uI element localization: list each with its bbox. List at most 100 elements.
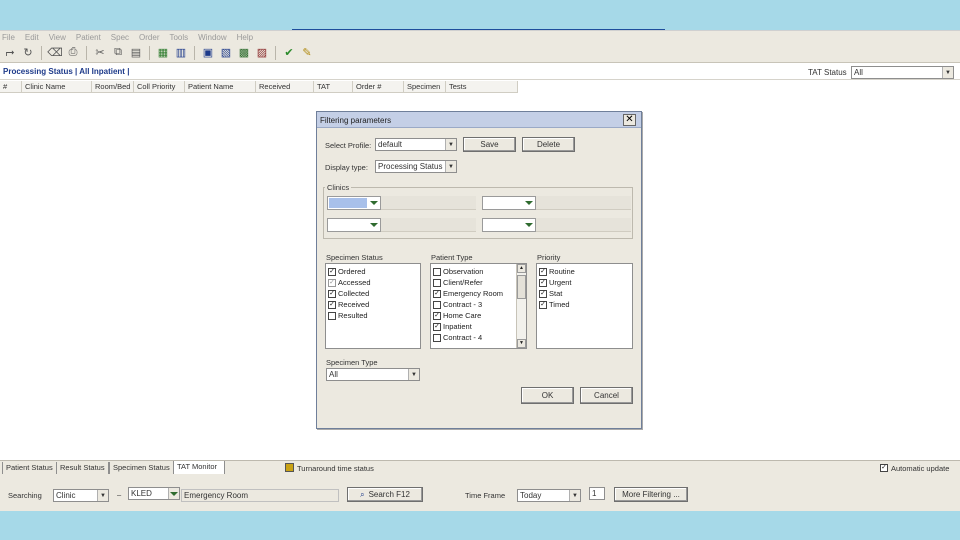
- network-icon[interactable]: ▩: [236, 45, 252, 61]
- column-header-received[interactable]: Received: [256, 81, 314, 92]
- result-icon[interactable]: ▥: [173, 45, 189, 61]
- menu-help[interactable]: Help: [237, 33, 253, 42]
- list-item[interactable]: Observation: [431, 266, 526, 277]
- menu-tools[interactable]: Tools: [169, 33, 188, 42]
- scroll-up-icon[interactable]: ▲: [517, 264, 526, 273]
- list-item[interactable]: ✓ Ordered: [326, 266, 420, 277]
- clinic-3-dropdown[interactable]: [327, 218, 381, 232]
- checkbox-ordered[interactable]: ✓: [328, 267, 336, 276]
- column-header-specimen[interactable]: Specimen: [404, 81, 446, 92]
- list-item[interactable]: Contract - 4: [431, 332, 526, 343]
- list-item[interactable]: Resulted: [326, 310, 420, 321]
- column-header-room-bed[interactable]: Room/Bed: [92, 81, 134, 92]
- display-type-dropdown[interactable]: Processing Status ▼: [375, 160, 457, 173]
- save-button[interactable]: Save: [463, 137, 516, 152]
- refresh-icon[interactable]: ↻: [20, 45, 36, 61]
- specimen-type-dropdown[interactable]: All ▼: [326, 368, 420, 381]
- checkbox-emergency-room[interactable]: ✓: [433, 289, 441, 298]
- scroll-down-icon[interactable]: ▼: [517, 339, 526, 348]
- column-header-coll-priority[interactable]: Coll Priority: [134, 81, 185, 92]
- searching-dropdown[interactable]: Clinic ▼: [53, 489, 109, 502]
- checkbox-resulted[interactable]: [328, 311, 336, 320]
- clinic-3-fill: [381, 218, 476, 232]
- copy-icon[interactable]: ⧉: [110, 45, 126, 61]
- checkbox-received[interactable]: ✓: [328, 300, 336, 309]
- checkbox-contract-4[interactable]: [433, 333, 441, 342]
- list-item[interactable]: ✓ Accessed: [326, 277, 420, 288]
- processing-status-title: Processing Status | All Inpatient |: [3, 67, 130, 76]
- paste-icon[interactable]: ▤: [128, 45, 144, 61]
- menu-view[interactable]: View: [49, 33, 66, 42]
- clear-icon[interactable]: ⌫: [47, 45, 63, 61]
- hierarchy-icon[interactable]: ▨: [254, 45, 270, 61]
- checkbox-routine[interactable]: ✓: [539, 267, 547, 276]
- list-item[interactable]: ✓ Inpatient: [431, 321, 526, 332]
- select-profile-dropdown[interactable]: default ▼: [375, 138, 457, 151]
- list-item[interactable]: Contract - 3: [431, 299, 526, 310]
- patient-type-scrollbar[interactable]: ▲ ▼: [516, 264, 526, 348]
- clinic-1-dropdown[interactable]: [327, 196, 381, 210]
- checkbox-observation[interactable]: [433, 267, 441, 276]
- list-item[interactable]: ✓ Collected: [326, 288, 420, 299]
- column-header-tat[interactable]: TAT: [314, 81, 353, 92]
- checkbox-timed[interactable]: ✓: [539, 300, 547, 309]
- dialog-titlebar: Filtering parameters ✕: [317, 112, 641, 128]
- time-frame-dropdown[interactable]: Today ▼: [517, 489, 581, 502]
- delete-button[interactable]: Delete: [522, 137, 575, 152]
- checkbox-inpatient[interactable]: ✓: [433, 322, 441, 331]
- order-icon[interactable]: ▦: [155, 45, 171, 61]
- list-item[interactable]: Client/Refer: [431, 277, 526, 288]
- menu-patient[interactable]: Patient: [76, 33, 101, 42]
- menu-edit[interactable]: Edit: [25, 33, 39, 42]
- scrollbar-thumb[interactable]: [517, 275, 526, 299]
- checkbox-home-care[interactable]: ✓: [433, 311, 441, 320]
- automatic-update-checkbox[interactable]: ✓: [880, 464, 888, 472]
- list-item[interactable]: ✓ Timed: [537, 299, 632, 310]
- list-item[interactable]: ✓ Emergency Room: [431, 288, 526, 299]
- menu-window[interactable]: Window: [198, 33, 226, 42]
- cancel-button[interactable]: Cancel: [580, 387, 633, 404]
- menu-file[interactable]: File: [2, 33, 15, 42]
- column-header-patient-name[interactable]: Patient Name: [185, 81, 256, 92]
- open-icon[interactable]: ⮣: [2, 45, 18, 61]
- ok-button[interactable]: OK: [521, 387, 574, 404]
- list-item[interactable]: ✓ Home Care: [431, 310, 526, 321]
- collect-icon[interactable]: ✎: [299, 45, 315, 61]
- column-header-number[interactable]: #: [0, 81, 22, 92]
- clinic-code-dropdown[interactable]: KLED: [128, 487, 180, 500]
- list-item[interactable]: ✓ Received: [326, 299, 420, 310]
- checkbox-stat[interactable]: ✓: [539, 289, 547, 298]
- checkbox-accessed[interactable]: ✓: [328, 278, 336, 287]
- column-header-tests[interactable]: Tests: [446, 81, 518, 92]
- list-item[interactable]: ✓ Stat: [537, 288, 632, 299]
- checkbox-urgent[interactable]: ✓: [539, 278, 547, 287]
- clinic-name-value: Emergency Room: [184, 491, 249, 500]
- list-item-label: Routine: [549, 267, 575, 276]
- checkbox-contract-3[interactable]: [433, 300, 441, 309]
- label-icon[interactable]: ▧: [218, 45, 234, 61]
- checkbox-collected[interactable]: ✓: [328, 289, 336, 298]
- close-icon[interactable]: ✕: [623, 114, 636, 126]
- column-header-order-number[interactable]: Order #: [353, 81, 404, 92]
- search-button[interactable]: ⌕ Search F12: [347, 487, 423, 502]
- toolbar-separator: [275, 45, 276, 60]
- print-icon[interactable]: ⎙: [65, 45, 81, 61]
- tat-status-dropdown[interactable]: All ▼: [851, 66, 954, 79]
- list-item[interactable]: ✓ Routine: [537, 266, 632, 277]
- count-field[interactable]: 1: [589, 487, 605, 500]
- more-filtering-button[interactable]: More Filtering ...: [614, 487, 688, 502]
- menu-order[interactable]: Order: [139, 33, 159, 42]
- checkbox-client-refer[interactable]: [433, 278, 441, 287]
- cut-icon[interactable]: ✂: [92, 45, 108, 61]
- search-icon: ⌕: [360, 489, 365, 499]
- list-item[interactable]: ✓ Urgent: [537, 277, 632, 288]
- tab-tat-monitor[interactable]: TAT Monitor: [173, 461, 225, 475]
- check-icon[interactable]: ✔: [281, 45, 297, 61]
- clinic-2-dropdown[interactable]: [482, 196, 536, 210]
- patient-icon[interactable]: ▣: [200, 45, 216, 61]
- list-item-label: Timed: [549, 300, 570, 309]
- menu-spec[interactable]: Spec: [111, 33, 129, 42]
- list-item-label: Resulted: [338, 311, 368, 320]
- column-header-clinic-name[interactable]: Clinic Name: [22, 81, 92, 92]
- clinic-4-dropdown[interactable]: [482, 218, 536, 232]
